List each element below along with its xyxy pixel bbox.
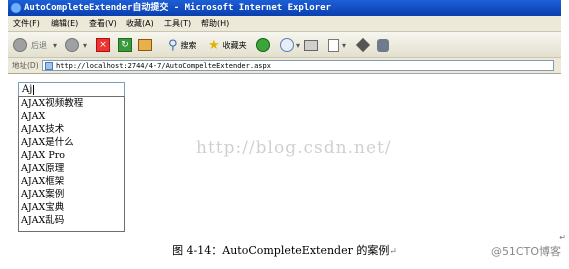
home-button[interactable] xyxy=(138,37,152,53)
mail-dropdown-icon: ▾ xyxy=(296,40,301,50)
messenger-icon xyxy=(377,38,389,52)
search-icon: ⚲ xyxy=(168,37,178,53)
window-title: AutoCompleteExtender自动提交 - Microsoft Int… xyxy=(24,3,331,13)
document-icon xyxy=(328,38,339,52)
suggestion-item[interactable]: AJAX原理 xyxy=(21,163,64,175)
mail-button[interactable]: ▾ xyxy=(280,37,300,53)
forward-arrow-icon xyxy=(65,38,79,52)
edit-dropdown-icon: ▾ xyxy=(342,40,347,50)
address-url: http://localhost:2744/4-7/AutoCompelteEx… xyxy=(56,62,271,70)
address-label: 地址(D) xyxy=(12,61,39,70)
star-icon: ★ xyxy=(208,37,220,53)
menu-help[interactable]: 帮助(H) xyxy=(201,16,229,32)
caption-return-mark: ↵ xyxy=(389,247,397,257)
back-dropdown[interactable]: ▾ xyxy=(53,37,57,53)
suggestion-item[interactable]: AJAX是什么 xyxy=(21,137,74,149)
suggestion-item[interactable]: AJAX视频教程 xyxy=(21,98,83,110)
browser-window: AutoCompleteExtender自动提交 - Microsoft Int… xyxy=(8,0,561,232)
search-label: 搜索 xyxy=(180,40,197,50)
suggestion-list: AJAX视频教程 AJAX AJAX技术 AJAX是什么 AJAX Pro AJ… xyxy=(18,96,125,232)
blog-watermark: http://blog.csdn.net/ xyxy=(196,138,392,158)
edit-button[interactable]: ▾ xyxy=(328,37,346,53)
address-field[interactable]: http://localhost:2744/4-7/AutoCompelteEx… xyxy=(42,60,554,71)
suggestion-item[interactable]: AJAX技术 xyxy=(21,124,64,136)
favorites-label: 收藏夹 xyxy=(222,40,247,50)
address-bar: 地址(D) http://localhost:2744/4-7/AutoComp… xyxy=(8,58,561,74)
discuss-button[interactable] xyxy=(355,37,371,53)
suggestion-item[interactable]: AJAX框架 xyxy=(21,176,64,188)
suggestion-item[interactable]: AJAX宝典 xyxy=(21,202,64,214)
messenger-button[interactable] xyxy=(377,37,389,53)
search-button[interactable]: ⚲ 搜索 xyxy=(168,37,197,53)
menu-file[interactable]: 文件(F) xyxy=(13,16,40,32)
forward-dropdown[interactable]: ▾ xyxy=(83,37,87,53)
mail-icon xyxy=(280,38,294,52)
autocomplete-input-value: Aj xyxy=(22,84,33,95)
printer-icon xyxy=(304,39,318,51)
title-bar: AutoCompleteExtender自动提交 - Microsoft Int… xyxy=(8,0,561,16)
menu-tools[interactable]: 工具(T) xyxy=(164,16,191,32)
caption-text: 图 4-14：AutoCompleteExtender 的案例 xyxy=(172,244,390,257)
back-arrow-icon xyxy=(13,38,27,52)
discuss-icon xyxy=(355,37,371,53)
menu-view[interactable]: 查看(V) xyxy=(89,16,117,32)
ie-logo-icon xyxy=(11,3,21,13)
figure-caption: 图 4-14：AutoCompleteExtender 的案例↵ xyxy=(0,242,569,258)
page-icon xyxy=(45,62,53,70)
suggestion-item[interactable]: AJAX乱码 xyxy=(21,215,64,227)
forward-button[interactable] xyxy=(65,37,79,53)
print-button[interactable] xyxy=(304,37,318,53)
site-watermark: @51CTO博客 xyxy=(490,245,561,258)
refresh-icon: ↻ xyxy=(118,38,132,52)
suggestion-item[interactable]: AJAX Pro xyxy=(21,150,65,162)
back-button[interactable]: 后退 xyxy=(13,37,47,53)
media-button[interactable] xyxy=(256,37,270,53)
media-icon xyxy=(256,38,270,52)
toolbar: 后退 ▾ ▾ × ↻ ⚲ 搜索 ★ 收藏夹 ▾ ▾ xyxy=(8,32,561,58)
home-icon xyxy=(138,39,152,51)
refresh-button[interactable]: ↻ xyxy=(118,37,132,53)
menu-edit[interactable]: 编辑(E) xyxy=(51,16,78,32)
suggestion-item[interactable]: AJAX xyxy=(21,111,45,123)
menu-bar: 文件(F) 编辑(E) 查看(V) 收藏(A) 工具(T) 帮助(H) xyxy=(8,16,561,32)
favorites-button[interactable]: ★ 收藏夹 xyxy=(208,37,247,53)
menu-favorites[interactable]: 收藏(A) xyxy=(126,16,154,32)
suggestion-item[interactable]: AJAX案例 xyxy=(21,189,64,201)
autocomplete-input[interactable]: Aj xyxy=(18,82,125,97)
back-label: 后退 xyxy=(31,40,47,50)
edge-return-mark: ↵ xyxy=(559,233,566,242)
stop-icon: × xyxy=(96,38,110,52)
text-caret xyxy=(33,84,35,95)
page-content: Aj AJAX视频教程 AJAX AJAX技术 AJAX是什么 AJAX Pro… xyxy=(8,74,561,232)
stop-button[interactable]: × xyxy=(96,37,110,53)
